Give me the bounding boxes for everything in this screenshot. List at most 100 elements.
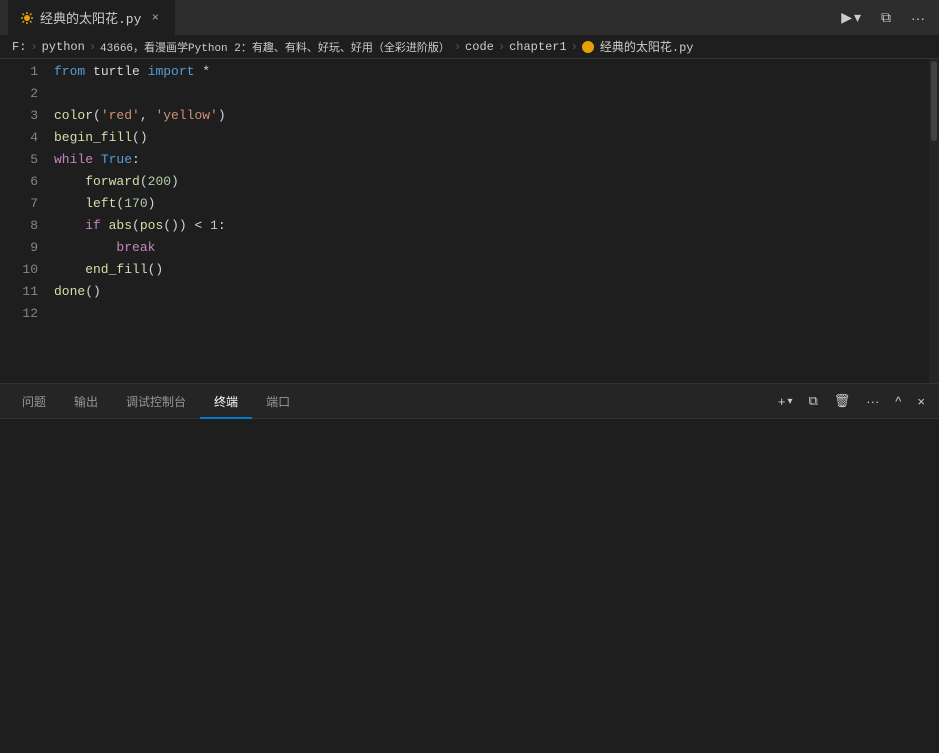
breadcrumb-file[interactable]: 经典的太阳花.py [600, 38, 694, 55]
panel-tab-终端[interactable]: 终端 [200, 384, 252, 419]
breadcrumb-chapter[interactable]: chapter1 [509, 40, 567, 54]
panel-tabs-container: 问题输出调试控制台终端端口 [8, 384, 304, 419]
code-line: while True: [50, 149, 929, 171]
breadcrumb-f[interactable]: F: [12, 40, 26, 54]
title-bar-actions: ▶ ▾ ⧉ ··· [835, 5, 931, 30]
token: pos [140, 215, 163, 237]
line-number: 11 [16, 281, 38, 303]
token: begin_fill [54, 127, 132, 149]
kill-terminal-button[interactable]: 🗑 [828, 389, 857, 413]
sunflower-tab-icon [20, 11, 34, 25]
scrollbar-thumb[interactable] [931, 61, 937, 141]
split-terminal-button[interactable]: ⧉ [802, 389, 823, 413]
token: 200 [148, 171, 171, 193]
line-number: 10 [16, 259, 38, 281]
line-number: 2 [16, 83, 38, 105]
code-line: break [50, 237, 929, 259]
token: import [148, 61, 195, 83]
terminal-content[interactable] [0, 419, 939, 753]
token: ) [148, 193, 156, 215]
panel-more-icon: ··· [866, 394, 879, 409]
token: < [187, 215, 210, 237]
token: * [194, 61, 210, 83]
code-content[interactable]: from turtle import * color('red', 'yello… [50, 59, 929, 383]
chevron-up-icon: ^ [895, 394, 901, 409]
breadcrumb-python[interactable]: python [42, 40, 85, 54]
line-number: 6 [16, 171, 38, 193]
more-icon: ··· [911, 10, 925, 26]
run-chevron-icon: ▾ [854, 9, 861, 26]
token: , [140, 105, 156, 127]
code-line: if abs(pos()) < 1: [50, 215, 929, 237]
panel-close-button[interactable]: × [911, 390, 931, 413]
token: break [116, 237, 155, 259]
token: ) [179, 215, 187, 237]
line-number: 5 [16, 149, 38, 171]
panel-more-button[interactable]: ··· [860, 390, 885, 413]
breadcrumb-file-icon [582, 41, 594, 53]
breadcrumb-folder[interactable]: 43666，看漫画学Python 2：有趣、有料、好玩、好用（全彩进阶版） [100, 39, 450, 55]
split-terminal-icon: ⧉ [808, 393, 817, 409]
code-line: forward(200) [50, 171, 929, 193]
token: 170 [124, 193, 147, 215]
code-line: done() [50, 281, 929, 303]
code-line: end_fill() [50, 259, 929, 281]
editor-tab[interactable]: 经典的太阳花.py × [8, 0, 175, 35]
token: () [163, 215, 179, 237]
code-line: begin_fill() [50, 127, 929, 149]
token: from [54, 61, 85, 83]
token: color [54, 105, 93, 127]
panel-tab-端口[interactable]: 端口 [252, 384, 304, 419]
token: if [85, 215, 101, 237]
split-icon: ⧉ [881, 9, 891, 26]
token: ( [140, 171, 148, 193]
panel-expand-button[interactable]: ^ [889, 390, 907, 413]
new-terminal-button[interactable]: + ▾ [772, 390, 799, 413]
token: end_fill [54, 259, 148, 281]
line-number: 1 [16, 61, 38, 83]
editor-area: 123456789101112 from turtle import * col… [0, 59, 939, 383]
breadcrumb-sep-3: › [454, 40, 461, 54]
token: left [54, 193, 116, 215]
panel-tab-输出[interactable]: 输出 [60, 384, 112, 419]
panel-tab-调试控制台[interactable]: 调试控制台 [112, 384, 200, 419]
breadcrumb-sep-4: › [498, 40, 505, 54]
breadcrumb: F: › python › 43666，看漫画学Python 2：有趣、有料、好… [0, 35, 939, 59]
token: ) [171, 171, 179, 193]
line-number: 3 [16, 105, 38, 127]
token: : [132, 149, 140, 171]
breadcrumb-sep-1: › [30, 40, 37, 54]
title-bar: 经典的太阳花.py × ▶ ▾ ⧉ ··· [0, 0, 939, 35]
panel-actions: + ▾ ⧉ 🗑 ··· ^ × [772, 389, 931, 413]
breadcrumb-sep-2: › [89, 40, 96, 54]
line-number: 9 [16, 237, 38, 259]
line-number: 8 [16, 215, 38, 237]
breadcrumb-sep-5: › [571, 40, 578, 54]
code-line: left(170) [50, 193, 929, 215]
token: () [148, 259, 164, 281]
token [93, 149, 101, 171]
panel-tab-问题[interactable]: 问题 [8, 384, 60, 419]
code-line: color('red', 'yellow') [50, 105, 929, 127]
split-editor-button[interactable]: ⧉ [875, 5, 897, 30]
token [54, 237, 116, 259]
token: abs [101, 215, 132, 237]
more-actions-button[interactable]: ··· [905, 6, 931, 30]
code-line [50, 303, 929, 325]
token: ) [218, 105, 226, 127]
token: 'red' [101, 105, 140, 127]
run-button[interactable]: ▶ ▾ [835, 5, 867, 30]
token: while [54, 149, 93, 171]
line-number: 4 [16, 127, 38, 149]
token: turtle [85, 61, 147, 83]
token: ( [93, 105, 101, 127]
tab-close-btn[interactable]: × [147, 10, 163, 26]
trash-icon: 🗑 [834, 393, 851, 409]
token: ( [132, 215, 140, 237]
token: True [101, 149, 132, 171]
editor-scrollbar[interactable] [929, 59, 939, 383]
code-line [50, 83, 929, 105]
line-number: 7 [16, 193, 38, 215]
run-icon: ▶ [841, 9, 852, 26]
breadcrumb-code[interactable]: code [465, 40, 494, 54]
